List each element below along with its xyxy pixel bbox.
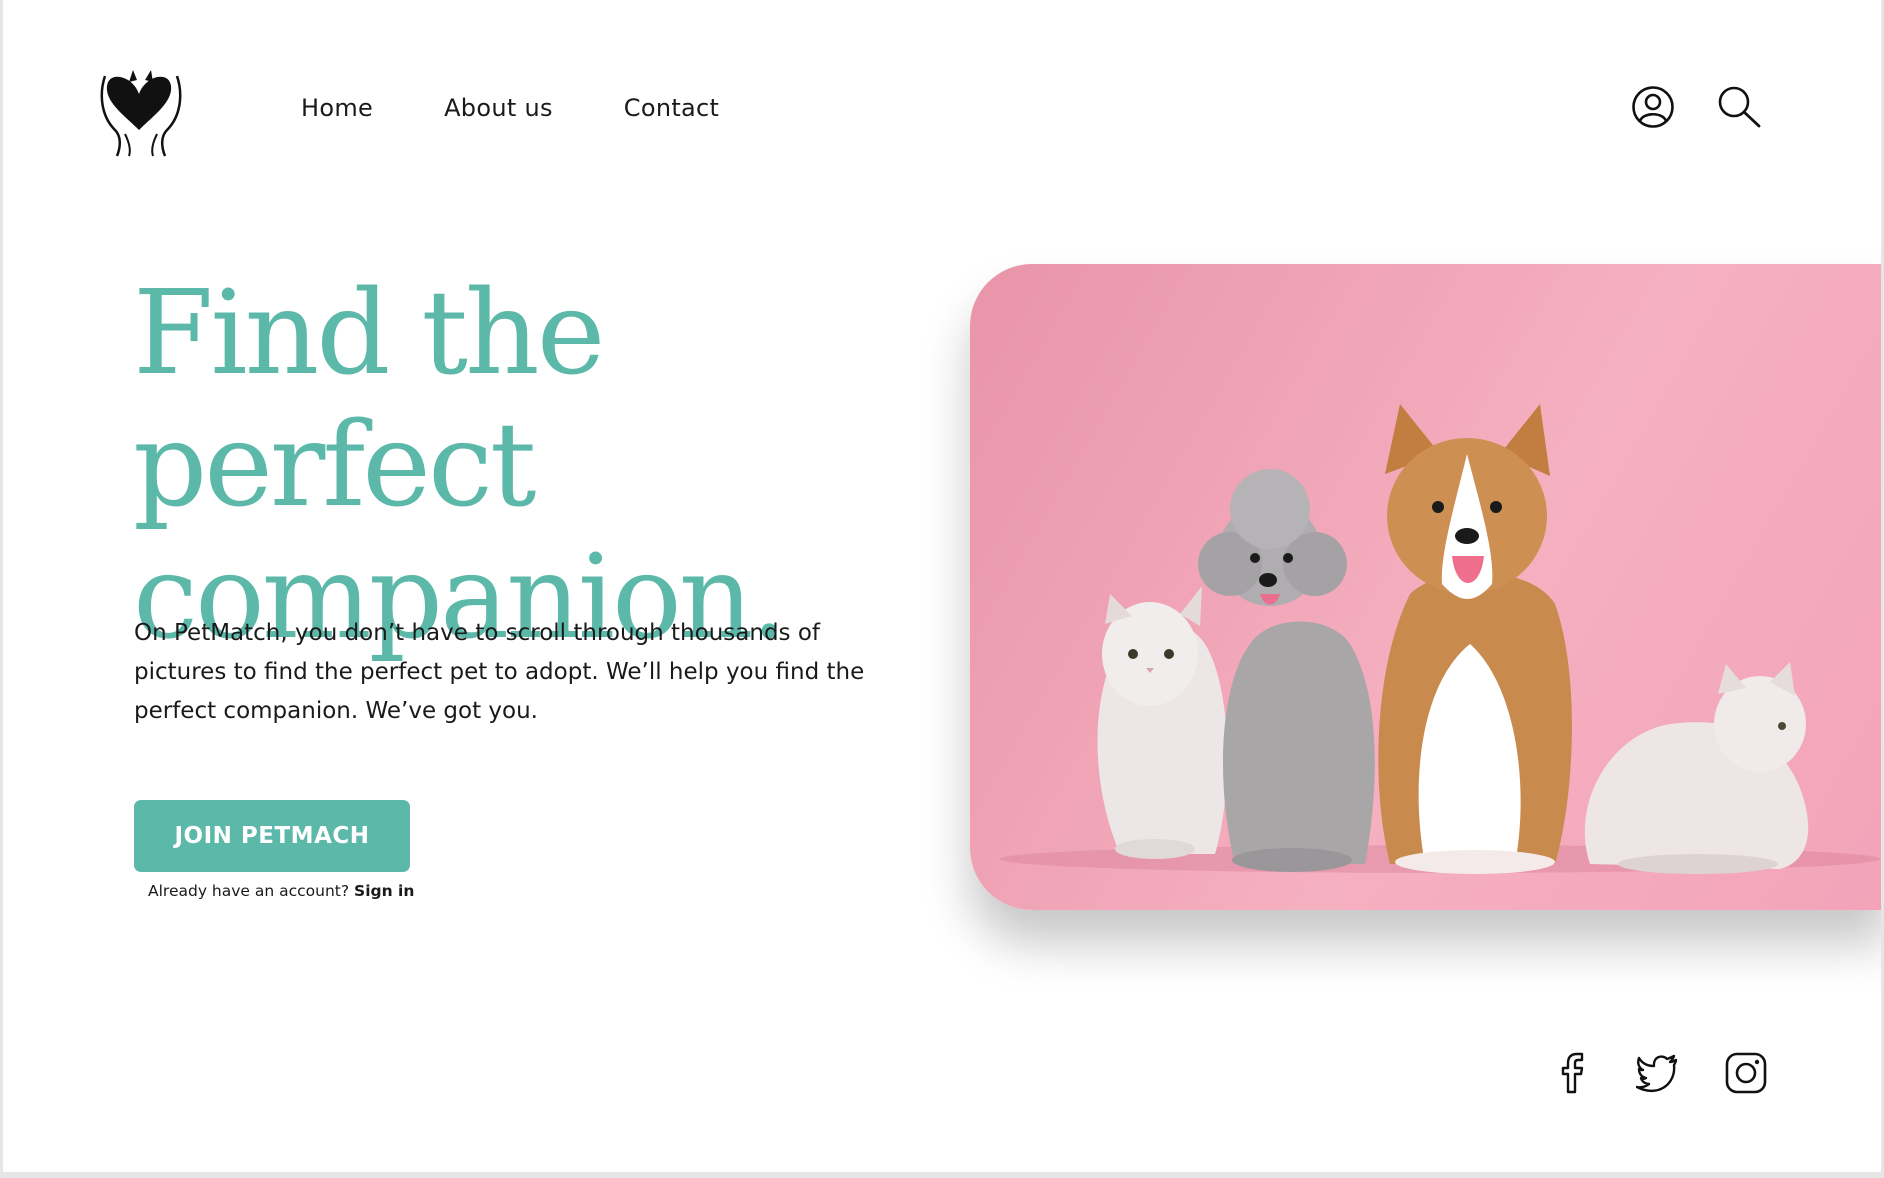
white-cat-illustration [1097, 586, 1228, 859]
nav-home[interactable]: Home [301, 94, 373, 122]
nav-about-us[interactable]: About us [444, 94, 553, 122]
join-petmatch-button[interactable]: JOIN PETMACH [134, 800, 410, 872]
lying-cat-illustration [1584, 662, 1809, 874]
pets-illustration [1000, 404, 1880, 874]
signin-link[interactable]: Sign in [354, 882, 414, 900]
hero-title: Find the perfect companion. [133, 268, 933, 664]
facebook-icon[interactable] [1551, 1052, 1593, 1094]
twitter-icon[interactable] [1636, 1052, 1678, 1094]
hero-description: On PetMatch, you don’t have to scroll th… [134, 620, 865, 724]
signin-prompt-row: Already have an account? Sign in [148, 882, 414, 900]
user-icon[interactable] [1630, 84, 1676, 130]
search-icon[interactable] [1716, 84, 1762, 130]
instagram-icon[interactable] [1725, 1052, 1767, 1094]
signin-prompt-text: Already have an account? [148, 882, 350, 900]
nav-contact[interactable]: Contact [624, 94, 719, 122]
corgi-illustration [1378, 404, 1572, 874]
landing-page: Home About us Contact Find the perfect c… [3, 0, 1881, 1172]
hero-pets-image [970, 264, 1881, 910]
poodle-illustration [1198, 469, 1375, 872]
hero-title-line-1: Find the perfect [133, 266, 605, 533]
main-nav: Home About us Contact [301, 90, 790, 126]
logo-icon[interactable] [99, 64, 183, 158]
